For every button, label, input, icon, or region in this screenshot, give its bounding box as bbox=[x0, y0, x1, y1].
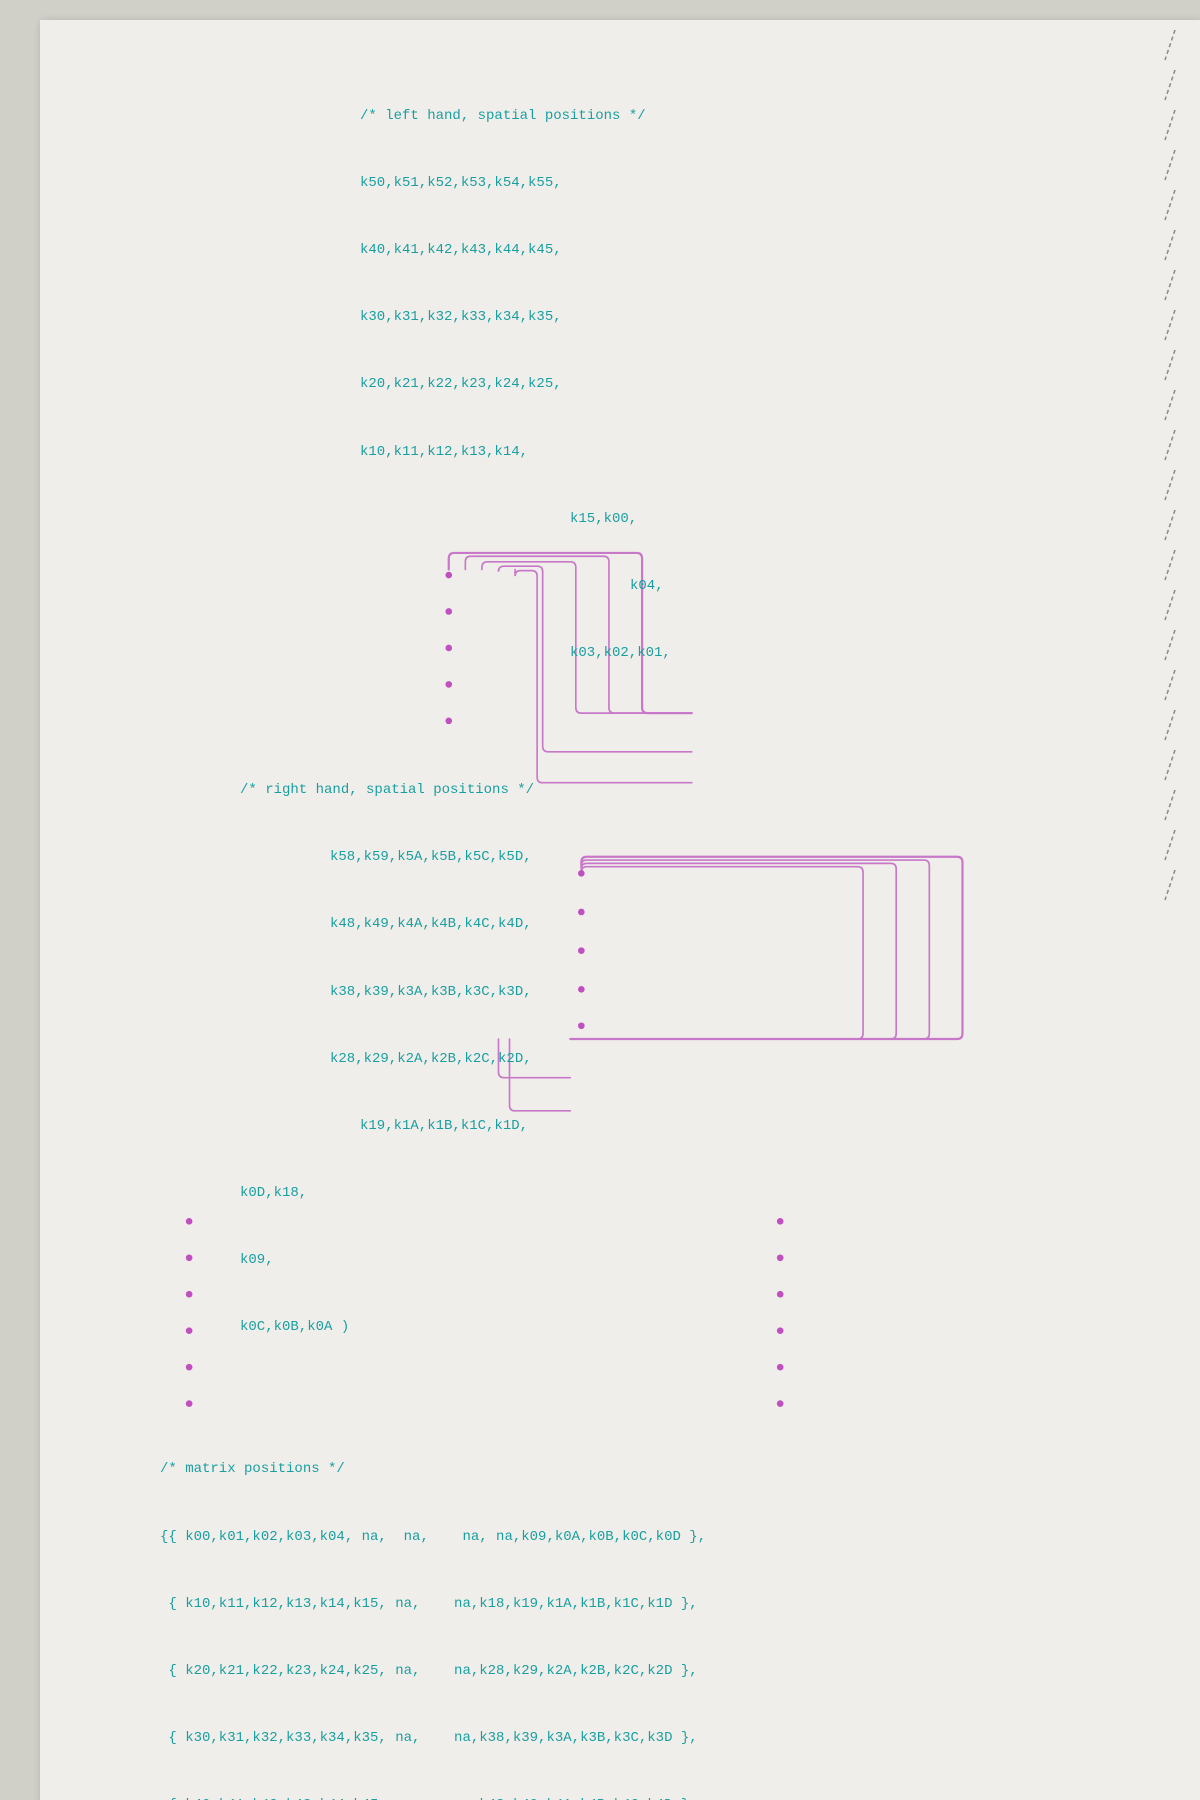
left-hand-section: /* left hand, spatial positions */ k50,k… bbox=[360, 60, 1140, 709]
right-hand-cont-2: k09, bbox=[240, 1249, 1140, 1271]
left-hand-row-4: k20,k21,k22,k23,k24,k25, bbox=[360, 373, 1140, 395]
left-hand-row-5: k10,k11,k12,k13,k14, bbox=[360, 441, 1140, 463]
left-hand-row-2: k40,k41,k42,k43,k44,k45, bbox=[360, 239, 1140, 261]
right-hand-row-5: k19,k1A,k1B,k1C,k1D, bbox=[360, 1115, 1140, 1137]
right-hand-cont-3: k0C,k0B,k0A ) bbox=[240, 1316, 1140, 1338]
matrix-row-2: { k10,k11,k12,k13,k14,k15, na, na,k18,k1… bbox=[160, 1593, 1140, 1615]
right-hand-section: /* right hand, spatial positions */ k58,… bbox=[240, 734, 1140, 1383]
right-hand-comment: /* right hand, spatial positions */ bbox=[240, 779, 1140, 801]
matrix-row-4: { k30,k31,k32,k33,k34,k35, na, na,k38,k3… bbox=[160, 1727, 1140, 1749]
page-content: /* left hand, spatial positions */ k50,k… bbox=[0, 0, 1200, 900]
document-page: /* left hand, spatial positions */ k50,k… bbox=[40, 20, 1200, 1800]
matrix-comment: /* matrix positions */ bbox=[160, 1458, 1140, 1480]
left-hand-row-3: k30,k31,k32,k33,k34,k35, bbox=[360, 306, 1140, 328]
left-hand-row-1: k50,k51,k52,k53,k54,k55, bbox=[360, 172, 1140, 194]
right-hand-row-1: k58,k59,k5A,k5B,k5C,k5D, bbox=[330, 846, 1140, 868]
right-hand-row-4: k28,k29,k2A,k2B,k2C,k2D, bbox=[330, 1048, 1140, 1070]
matrix-row-1: {{ k00,k01,k02,k03,k04, na, na, na, na,k… bbox=[160, 1526, 1140, 1548]
right-hand-row-2: k48,k49,k4A,k4B,k4C,k4D, bbox=[330, 913, 1140, 935]
right-hand-row-3: k38,k39,k3A,k3B,k3C,k3D, bbox=[330, 981, 1140, 1003]
left-hand-cont-3: k03,k02,k01, bbox=[570, 642, 1140, 664]
left-hand-cont-2: k04, bbox=[630, 575, 1140, 597]
matrix-section: /* matrix positions */ {{ k00,k01,k02,k0… bbox=[160, 1414, 1140, 1800]
left-hand-comment: /* left hand, spatial positions */ bbox=[360, 105, 1140, 127]
matrix-row-3: { k20,k21,k22,k23,k24,k25, na, na,k28,k2… bbox=[160, 1660, 1140, 1682]
left-hand-cont-1: k15,k00, bbox=[570, 508, 1140, 530]
right-hand-cont-1: k0D,k18, bbox=[240, 1182, 1140, 1204]
matrix-row-5: { k40,k41,k42,k43,k44,k45, na, na,k48,k4… bbox=[160, 1794, 1140, 1800]
